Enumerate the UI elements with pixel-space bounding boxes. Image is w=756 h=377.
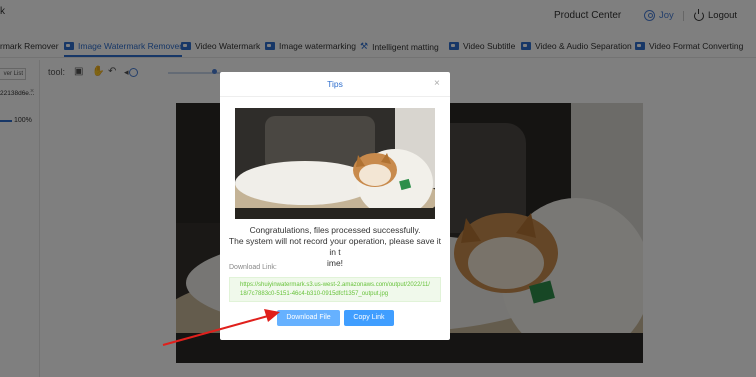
result-preview-image xyxy=(235,108,435,219)
dialog-divider xyxy=(220,96,450,97)
tips-dialog: Tips × Congratulations, files processed … xyxy=(220,72,450,340)
dog-preview xyxy=(235,108,435,219)
message-line: The system will not record your operatio… xyxy=(228,236,442,257)
download-link-label: Download Link: xyxy=(229,264,277,271)
copy-link-button[interactable]: Copy Link xyxy=(344,310,394,326)
download-link-url[interactable]: https://shuiyinwatermark.s3.us-west-2.am… xyxy=(229,277,441,302)
close-icon[interactable]: × xyxy=(434,78,440,89)
download-file-button[interactable]: Download File xyxy=(277,310,340,326)
dialog-title: Tips xyxy=(327,79,343,89)
success-message: Congratulations, files processed success… xyxy=(226,225,444,269)
message-line: Congratulations, files processed success… xyxy=(249,225,421,235)
